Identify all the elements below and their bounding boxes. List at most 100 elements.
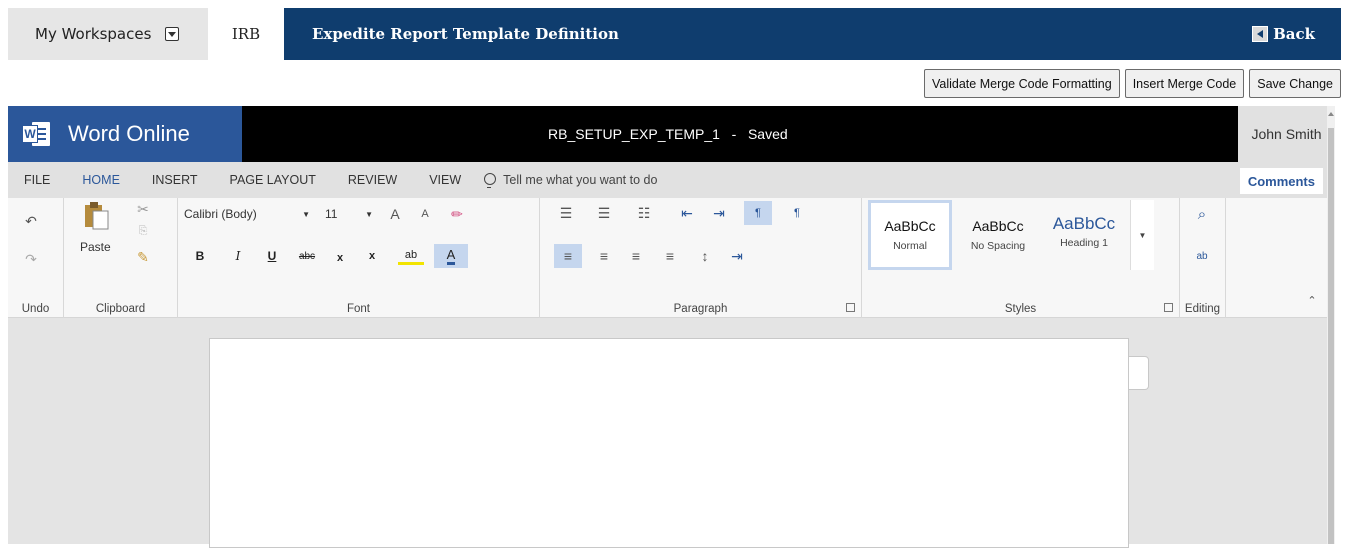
numbering-icon[interactable]: ☰ xyxy=(592,204,616,222)
paragraph-group: ☰ ☰ ☷ ⇤ ⇥ ¶ ¶ ≡ ≡ ≡ ≡ ↕ ⇥ Paragraph xyxy=(540,198,862,318)
clipboard-group: Paste ✂ ⎘ ✎ Clipboard xyxy=(64,198,178,318)
paste-label: Paste xyxy=(80,240,111,254)
align-left-icon[interactable]: ≡ xyxy=(554,244,582,268)
underline-icon[interactable]: U xyxy=(264,248,280,264)
style-sample: AaBbCc xyxy=(1052,214,1116,233)
app-header: My Workspaces IRB Expedite Report Templa… xyxy=(8,8,1341,60)
align-center-icon[interactable]: ≡ xyxy=(592,244,616,268)
back-button[interactable]: Back xyxy=(1252,25,1315,43)
workspaces-label: My Workspaces xyxy=(35,25,152,43)
group-label-font: Font xyxy=(346,303,370,315)
italic-icon[interactable]: I xyxy=(230,248,246,264)
tab-view[interactable]: VIEW xyxy=(413,162,477,198)
workspaces-menu[interactable]: My Workspaces xyxy=(8,8,208,60)
clear-formatting-icon[interactable]: ✏ xyxy=(448,205,466,223)
tab-page-layout[interactable]: PAGE LAYOUT xyxy=(214,162,332,198)
comments-pane-tab[interactable] xyxy=(1129,356,1149,390)
font-group: Calibri (Body) ▼ 11 ▼ A A ✏ B I U abc x … xyxy=(178,198,540,318)
group-label-styles: Styles xyxy=(1004,303,1037,315)
document-title[interactable]: RB_SETUP_EXP_TEMP_1 - Saved xyxy=(548,106,788,162)
ribbon-home: ↶ ↷ Undo Paste ✂ ⎘ ✎ Clipboard Calibri (… xyxy=(8,198,1335,318)
shrink-font-icon[interactable]: A xyxy=(416,205,434,223)
rtl-icon[interactable]: ¶ xyxy=(788,204,806,222)
bold-icon[interactable]: B xyxy=(192,248,208,264)
insert-merge-code-button[interactable]: Insert Merge Code xyxy=(1124,69,1245,98)
style-sample: AaBbCc xyxy=(884,218,936,234)
cut-icon[interactable]: ✂ xyxy=(134,200,152,218)
word-title-bar: W Word Online RB_SETUP_EXP_TEMP_1 - Save… xyxy=(8,106,1335,162)
superscript-icon[interactable]: x xyxy=(364,248,380,264)
editing-group: ⌕ ab Editing xyxy=(1180,198,1226,318)
action-toolbar: Validate Merge Code Formatting Insert Me… xyxy=(923,69,1341,98)
scroll-up-icon[interactable] xyxy=(1328,112,1334,116)
dropdown-icon[interactable] xyxy=(165,27,180,41)
group-label-undo: Undo xyxy=(21,303,50,315)
decrease-indent-icon[interactable]: ⇤ xyxy=(678,204,696,222)
word-online-frame: W Word Online RB_SETUP_EXP_TEMP_1 - Save… xyxy=(8,106,1335,548)
style-name: No Spacing xyxy=(970,240,1026,252)
word-logo-icon: W xyxy=(22,120,50,148)
find-icon[interactable]: ⌕ xyxy=(1192,204,1212,224)
justify-icon[interactable]: ≡ xyxy=(658,244,682,268)
save-change-button[interactable]: Save Change xyxy=(1249,69,1341,98)
styles-gallery-scroll[interactable]: ▼ xyxy=(1130,200,1154,270)
page-header: Expedite Report Template Definition Back xyxy=(284,8,1341,60)
align-right-icon[interactable]: ≡ xyxy=(624,244,648,268)
paste-icon xyxy=(85,202,109,230)
subscript-icon[interactable]: x xyxy=(332,250,348,266)
group-label-editing: Editing xyxy=(1184,303,1221,315)
back-arrow-icon xyxy=(1252,26,1269,42)
group-label-clipboard: Clipboard xyxy=(95,303,146,315)
style-heading-1[interactable]: AaBbCc Heading 1 xyxy=(1042,200,1126,270)
line-spacing-icon[interactable]: ↕ xyxy=(692,244,718,268)
word-brand[interactable]: W Word Online xyxy=(8,106,242,162)
ltr-icon[interactable]: ¶ xyxy=(744,201,772,225)
styles-group: AaBbCc Normal AaBbCc No Spacing AaBbCc H… xyxy=(862,198,1180,318)
tab-file[interactable]: FILE xyxy=(8,162,66,198)
strikethrough-icon[interactable]: abc xyxy=(296,248,318,264)
validate-merge-code-button[interactable]: Validate Merge Code Formatting xyxy=(923,69,1120,98)
style-sample: AaBbCc xyxy=(972,218,1024,234)
redo-icon[interactable]: ↷ xyxy=(22,250,40,268)
multilevel-list-icon[interactable]: ☷ xyxy=(632,204,656,222)
chevron-down-icon: ▼ xyxy=(302,209,310,219)
font-name-value: Calibri (Body) xyxy=(184,207,257,221)
tell-me-label: Tell me what you want to do xyxy=(503,173,658,187)
paragraph-spacing-icon[interactable]: ⇥ xyxy=(724,244,750,268)
group-label-paragraph: Paragraph xyxy=(673,303,728,315)
chevron-down-icon: ▼ xyxy=(365,209,373,219)
font-color-button[interactable]: A xyxy=(434,244,468,268)
app-name: Word Online xyxy=(68,121,190,146)
style-normal[interactable]: AaBbCc Normal xyxy=(868,200,952,270)
increase-indent-icon[interactable]: ⇥ xyxy=(710,204,728,222)
ribbon-tabs: FILE HOME INSERT PAGE LAYOUT REVIEW VIEW… xyxy=(8,162,1335,198)
user-name[interactable]: John Smith xyxy=(1238,106,1335,162)
style-name: Heading 1 xyxy=(1060,237,1108,249)
tell-me-search[interactable]: Tell me what you want to do xyxy=(483,173,658,188)
scrollbar-thumb[interactable] xyxy=(1328,128,1334,544)
undo-group: ↶ ↷ Undo xyxy=(8,198,64,318)
undo-icon[interactable]: ↶ xyxy=(22,212,40,230)
highlight-icon[interactable]: ab xyxy=(398,247,424,265)
lightbulb-icon xyxy=(483,173,497,188)
document-canvas xyxy=(8,318,1335,548)
document-page[interactable] xyxy=(209,338,1129,548)
paste-button[interactable]: Paste xyxy=(78,200,118,264)
font-size-select[interactable]: 11 ▼ xyxy=(318,204,378,224)
replace-icon[interactable]: ab xyxy=(1192,246,1212,266)
module-tab[interactable]: IRB xyxy=(208,8,284,60)
copy-icon[interactable]: ⎘ xyxy=(134,222,152,240)
collapse-ribbon-icon[interactable]: ⌃ xyxy=(1304,292,1320,308)
bullets-icon[interactable]: ☰ xyxy=(554,204,578,222)
style-name: Normal xyxy=(893,240,927,252)
tab-home[interactable]: HOME xyxy=(66,162,136,198)
style-no-spacing[interactable]: AaBbCc No Spacing xyxy=(956,200,1040,270)
vertical-scrollbar[interactable] xyxy=(1327,106,1335,544)
comments-button[interactable]: Comments xyxy=(1239,168,1323,194)
font-name-select[interactable]: Calibri (Body) ▼ xyxy=(183,204,315,224)
font-color-icon: A xyxy=(446,247,456,265)
grow-font-icon[interactable]: A xyxy=(386,205,404,223)
format-painter-icon[interactable]: ✎ xyxy=(134,248,152,266)
tab-review[interactable]: REVIEW xyxy=(332,162,413,198)
tab-insert[interactable]: INSERT xyxy=(136,162,214,198)
